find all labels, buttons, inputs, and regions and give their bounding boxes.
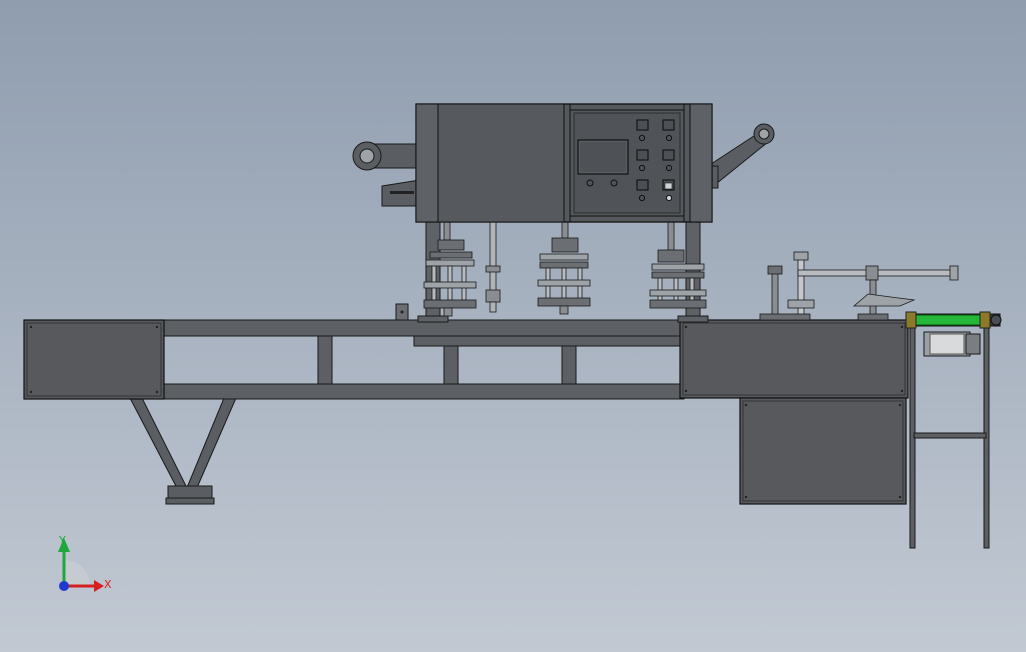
square-button [636, 119, 649, 131]
display-screen[interactable] [577, 139, 629, 175]
y-axis-label: Y [58, 534, 66, 547]
lower-cabinet [739, 397, 907, 505]
right-end-box [679, 319, 909, 399]
guide-rod [485, 221, 501, 313]
cutting-unit [759, 251, 959, 321]
machine-drawing: Y X [23, 103, 1002, 592]
square-button [636, 179, 649, 191]
square-button [636, 149, 649, 161]
left-support-legs [129, 397, 237, 505]
main-frame [159, 319, 685, 400]
square-button [662, 119, 675, 131]
left-film-arm [352, 141, 421, 207]
indicator-lamp [665, 194, 673, 202]
small-bracket [395, 303, 409, 321]
x-axis-label: X [104, 578, 112, 591]
station-2 [537, 219, 591, 315]
right-film-arm [707, 123, 775, 189]
film-unwind-stand [909, 321, 990, 549]
z-axis-dot [59, 581, 69, 591]
coordinate-triad[interactable]: Y X [58, 534, 112, 592]
left-end-box [23, 319, 165, 400]
cad-viewport[interactable]: Y X [0, 0, 1026, 652]
film-roller [905, 311, 1002, 329]
square-button [662, 149, 675, 161]
